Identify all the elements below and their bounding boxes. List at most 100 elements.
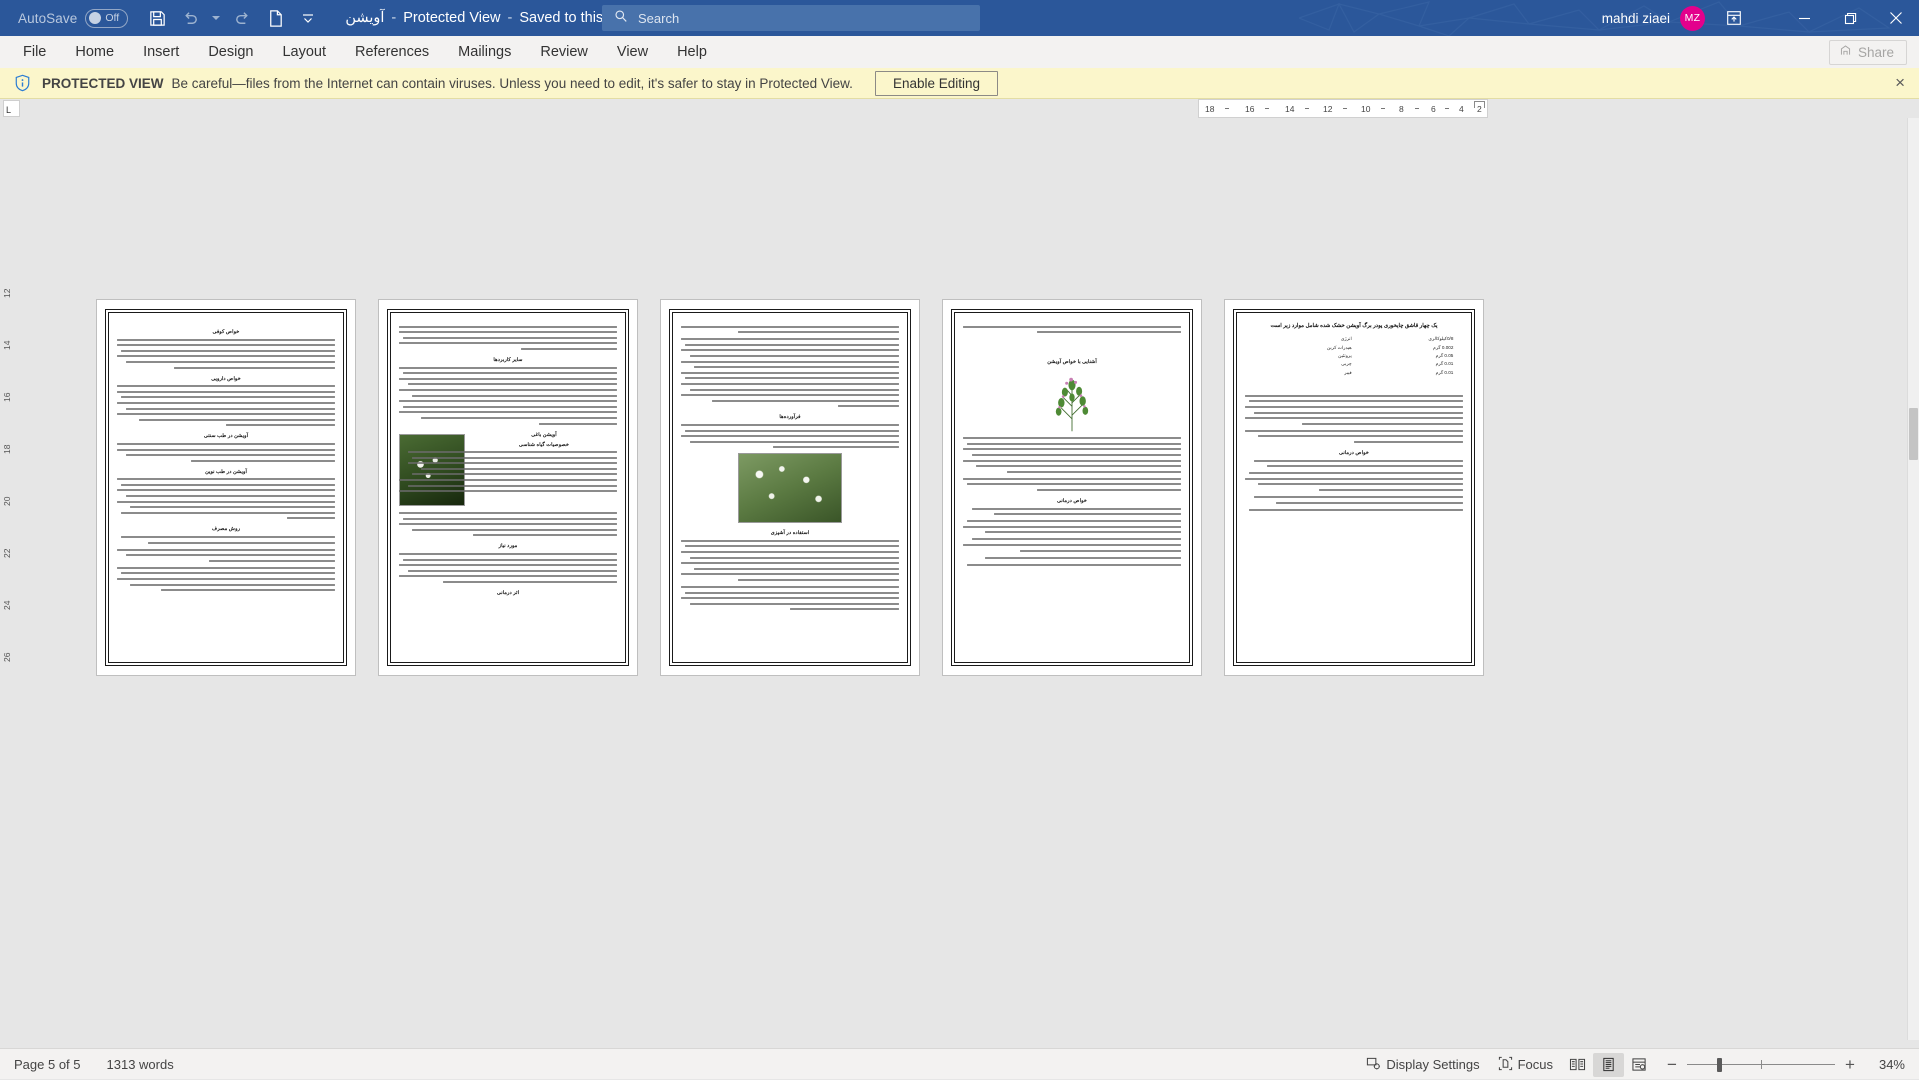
page-4[interactable]: سایر کاربردها آویشن باغی خصوصیات گیاه شن…	[379, 300, 637, 675]
vruler-tick-16: 16	[2, 393, 12, 402]
share-button[interactable]: Share	[1829, 40, 1907, 65]
autosave-control[interactable]: AutoSave Off	[18, 9, 128, 28]
undo-dropdown-icon[interactable]	[208, 4, 224, 32]
tab-design[interactable]: Design	[195, 40, 266, 64]
close-button[interactable]	[1873, 0, 1919, 36]
close-icon[interactable]: ×	[1895, 74, 1905, 91]
nutrition-value-fat: 0.01 گرم	[1354, 360, 1456, 368]
table-row: 0.002 گرم هیدرات کربن	[1253, 343, 1456, 351]
nutrition-table: 0/8کیلوکالری انرژی 0.002 گرم هیدرات کربن…	[1253, 335, 1456, 377]
account-area[interactable]: mahdi ziaei MZ	[1602, 0, 1705, 36]
ruler-tick-12: 12	[1323, 104, 1332, 114]
page-1[interactable]: یک چهار قاشق چایخوری پودر برگ آویشن خشک …	[1225, 300, 1483, 675]
view-read-mode-button[interactable]	[1562, 1053, 1593, 1077]
account-name: mahdi ziaei	[1602, 11, 1670, 26]
page-3-heading-1: فرآورده‌ها	[681, 414, 899, 420]
search-icon	[614, 9, 628, 28]
tab-file[interactable]: File	[10, 40, 59, 64]
page-2-paragraph-1	[963, 326, 1181, 334]
tab-layout[interactable]: Layout	[269, 40, 339, 64]
save-icon[interactable]	[142, 4, 172, 32]
nutrition-label-fat: چربی	[1253, 360, 1354, 368]
view-print-layout-button[interactable]	[1593, 1053, 1624, 1077]
vertical-ruler[interactable]: 12 14 16 18 20 22 24 26	[0, 118, 22, 840]
page-4-content: سایر کاربردها آویشن باغی خصوصیات گیاه شن…	[390, 312, 626, 663]
zoom-out-button[interactable]: −	[1665, 1056, 1679, 1073]
page-2-paragraph-2	[963, 437, 1181, 473]
autosave-toggle[interactable]: Off	[85, 9, 128, 28]
page-4-paragraph-2	[399, 367, 617, 425]
avatar[interactable]: MZ	[1680, 6, 1705, 31]
thyme-sprig-illustration[interactable]	[1045, 369, 1099, 433]
page-2-heading-2: خواص درمانی	[963, 498, 1181, 504]
page-3-heading-2: استفاده در آشپزی	[681, 530, 899, 536]
shield-info-icon	[12, 73, 32, 93]
zoom-level-label[interactable]: 34%	[1871, 1057, 1905, 1072]
tab-view[interactable]: View	[604, 40, 661, 64]
ribbon-display-options-icon[interactable]	[1721, 7, 1747, 29]
display-settings-button[interactable]: Display Settings	[1357, 1052, 1488, 1078]
page-5-paragraph-5	[117, 536, 335, 544]
undo-icon[interactable]	[175, 4, 205, 32]
page-5-paragraph-1	[117, 339, 335, 369]
ribbon-tab-bar: File Home Insert Design Layout Reference…	[0, 36, 1919, 68]
ruler-tick-18: 18	[1205, 104, 1214, 114]
page-5-paragraph-3	[117, 443, 335, 462]
customize-quick-access-toolbar-icon[interactable]	[293, 4, 323, 32]
ruler-strip: L 18 16 14 12 10 8 6 4 2	[0, 99, 1919, 118]
focus-label: Focus	[1518, 1057, 1553, 1072]
page-4-heading-1: سایر کاربردها	[399, 357, 617, 363]
zoom-in-button[interactable]: +	[1843, 1056, 1857, 1073]
tab-selector-button[interactable]: L	[3, 100, 20, 117]
page-5-paragraph-7	[117, 567, 335, 591]
window-controls	[1781, 0, 1919, 36]
page-3-paragraph-2	[681, 338, 899, 407]
protected-view-title: PROTECTED VIEW	[42, 76, 164, 91]
page-4-paragraph-5	[399, 553, 617, 583]
page-4-heading-5: اثر درمانی	[399, 590, 617, 596]
share-label: Share	[1858, 45, 1894, 60]
tab-references[interactable]: References	[342, 40, 442, 64]
search-input[interactable]: Search	[602, 5, 980, 31]
scrollbar-thumb[interactable]	[1909, 408, 1918, 460]
page-5-paragraph-2	[117, 385, 335, 426]
tab-mailings[interactable]: Mailings	[445, 40, 524, 64]
tab-review[interactable]: Review	[527, 40, 601, 64]
restore-button[interactable]	[1827, 0, 1873, 36]
page-3[interactable]: فرآورده‌ها استفاده در آشپزی	[661, 300, 919, 675]
tab-home[interactable]: Home	[62, 40, 127, 64]
focus-button[interactable]: Focus	[1489, 1052, 1562, 1078]
new-document-icon[interactable]	[260, 4, 290, 32]
vruler-tick-26: 26	[2, 653, 12, 662]
page-5[interactable]: خواص کوفی خواص دارویی آویشن در طب سنتی آ…	[97, 300, 355, 675]
search-placeholder: Search	[638, 11, 679, 26]
vertical-scrollbar[interactable]	[1907, 118, 1919, 1040]
minimize-button[interactable]	[1781, 0, 1827, 36]
vruler-tick-20: 20	[2, 497, 12, 506]
redo-icon[interactable]	[227, 4, 257, 32]
view-web-layout-button[interactable]	[1624, 1053, 1655, 1077]
page-2[interactable]: آشنایی با خواص آویشن	[943, 300, 1201, 675]
word-count[interactable]: 1313 words	[107, 1057, 174, 1072]
vruler-tick-12: 12	[2, 289, 12, 298]
quick-access-toolbar	[142, 4, 323, 32]
document-name: آویشن	[345, 10, 384, 26]
page-5-content: خواص کوفی خواص دارویی آویشن در طب سنتی آ…	[108, 312, 344, 663]
tab-insert[interactable]: Insert	[130, 40, 192, 64]
page-indicator[interactable]: Page 5 of 5	[14, 1057, 81, 1072]
nutrition-label-fiber: فیبر	[1253, 369, 1354, 377]
autosave-label: AutoSave	[18, 11, 77, 26]
thyme-plant-photo[interactable]	[738, 453, 842, 523]
page-5-heading-1: خواص کوفی	[117, 329, 335, 335]
page-5-heading-2: خواص دارویی	[117, 376, 335, 382]
horizontal-ruler[interactable]: 18 16 14 12 10 8 6 4 2	[1198, 99, 1488, 118]
page-1-paragraph-6	[1245, 509, 1463, 511]
zoom-slider-handle[interactable]	[1717, 1058, 1722, 1072]
document-canvas[interactable]: خواص کوفی خواص دارویی آویشن در طب سنتی آ…	[22, 118, 1919, 1040]
zoom-slider[interactable]	[1687, 1058, 1835, 1072]
protected-view-banner: PROTECTED VIEW Be careful—files from the…	[0, 68, 1919, 99]
tab-help[interactable]: Help	[664, 40, 720, 64]
page-1-heading-1: خواص درمانی	[1245, 450, 1463, 456]
vruler-tick-24: 24	[2, 601, 12, 610]
enable-editing-button[interactable]: Enable Editing	[875, 71, 998, 96]
